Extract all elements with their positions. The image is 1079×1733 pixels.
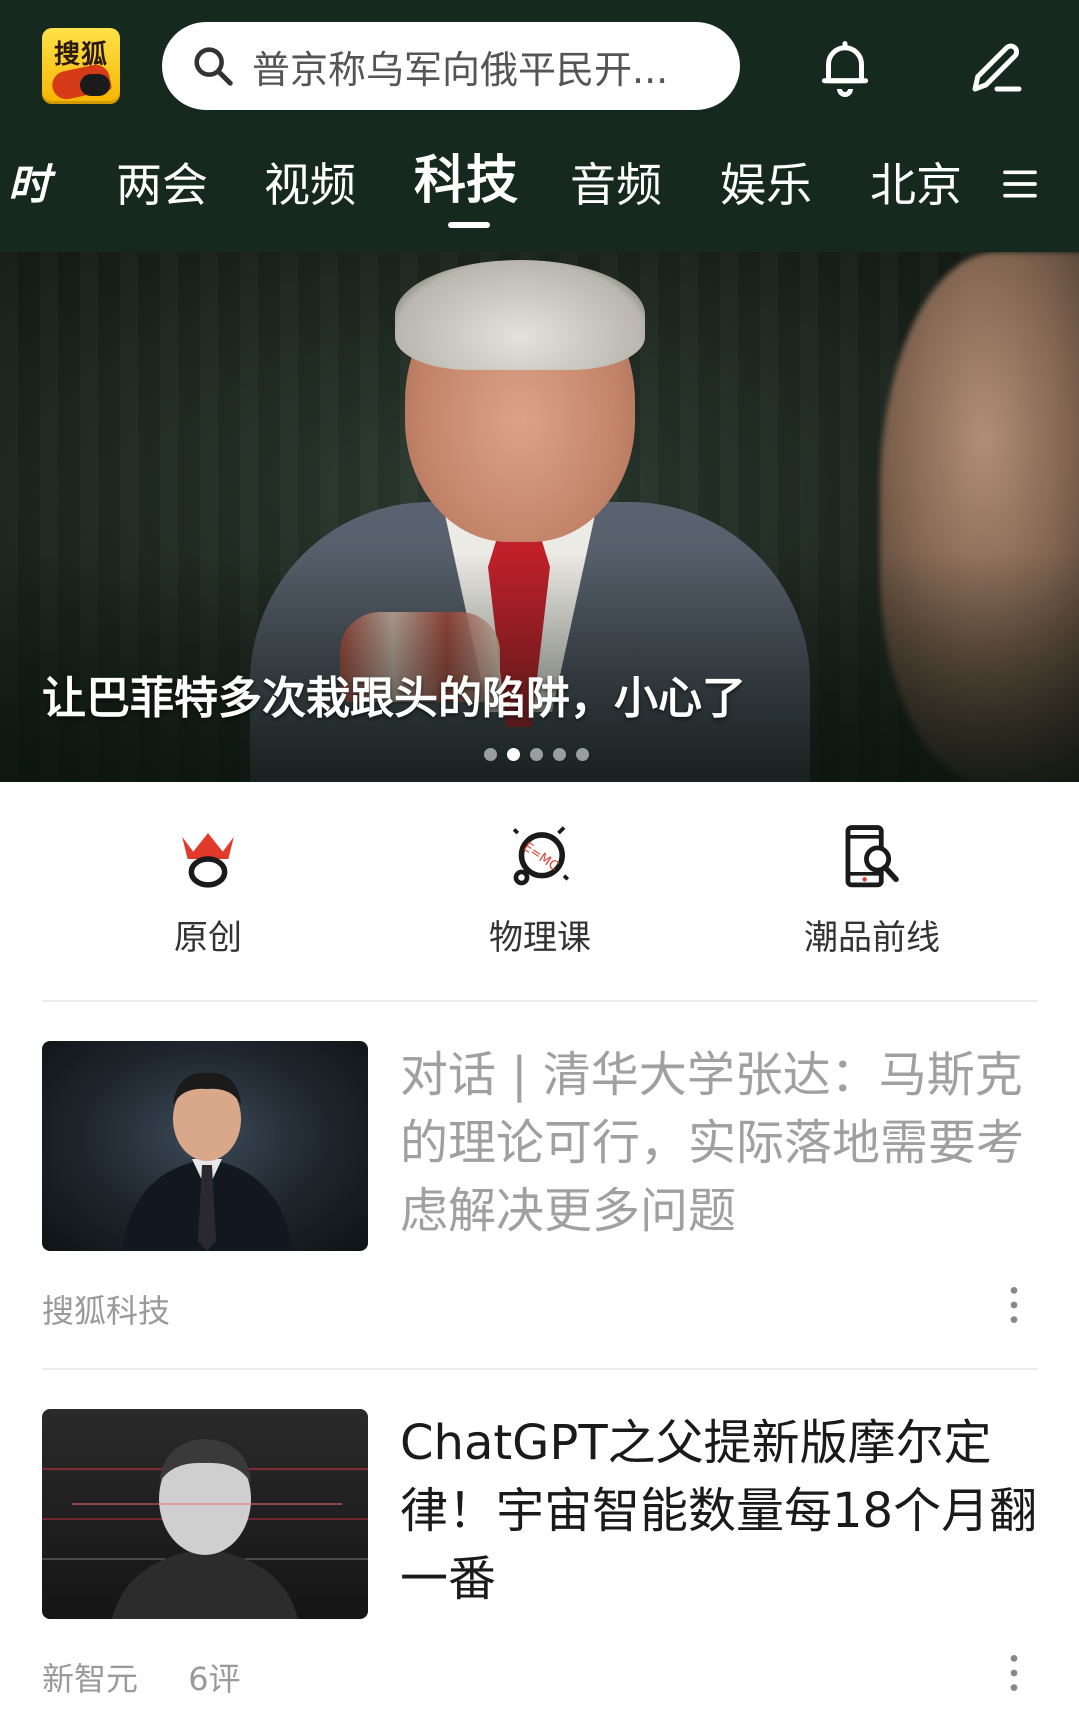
news-thumbnail [42,1409,368,1619]
carousel-dot[interactable] [553,748,566,761]
channel-tabs: 时 两会 视频 科技 音频 娱乐 北京 [0,150,1079,230]
more-options-icon[interactable] [1000,1651,1028,1695]
shortcut-label: 原创 [174,918,242,958]
carousel-dot[interactable] [484,748,497,761]
bell-icon[interactable] [812,34,878,100]
feature-shortcuts: 原创 E=MC 物理课 潮品前线 [0,782,1079,1002]
tab-beijing[interactable]: 北京 [870,150,962,220]
news-title: ChatGPT之父提新版摩尔定律！宇宙智能数量每18个月翻一番 [400,1415,1038,1607]
search-bar[interactable]: 普京称乌军向俄平民开... [162,22,740,110]
menu-icon[interactable] [1000,164,1040,204]
carousel-dot[interactable] [530,748,543,761]
shortcut-original[interactable]: 原创 [108,822,308,959]
portrait-image [122,1072,292,1251]
search-icon [194,47,233,86]
portrait-image [42,1439,368,1619]
edit-icon[interactable] [964,34,1030,100]
comment-count[interactable]: 6评 [188,1660,240,1698]
shortcut-physics[interactable]: E=MC 物理课 [440,822,640,959]
shortcut-label: 物理课 [489,918,591,958]
tab-partial[interactable]: 时 [8,150,50,220]
sohu-logo[interactable]: 搜狐 [42,28,120,104]
news-source: 新智元 [42,1660,139,1698]
active-tab-indicator [448,222,490,228]
hero-banner[interactable]: 让巴菲特多次栽跟头的陷阱，小心了 [0,252,1079,782]
hero-person-hair [395,260,645,370]
tab-lianghui[interactable]: 两会 [116,150,208,220]
divider [42,1000,1038,1002]
physics-icon: E=MC [512,826,570,886]
top-header: 搜狐 普京称乌军向俄平民开... 时 两会 视频 科技 音频 娱乐 北京 [0,0,1079,252]
shortcut-trend[interactable]: 潮品前线 [772,822,972,959]
carousel-dots [484,748,589,761]
tab-tech[interactable]: 科技 [414,146,518,216]
news-meta: 新智元 6评 [42,1654,241,1700]
news-thumbnail [42,1041,368,1251]
carousel-dot-active[interactable] [507,748,520,761]
divider [42,1368,1038,1370]
fox-shape-dark [80,74,110,96]
phone-search-icon [845,825,899,888]
tab-audio[interactable]: 音频 [570,150,662,220]
news-source: 搜狐科技 [42,1292,171,1330]
search-placeholder: 普京称乌军向俄平民开... [252,47,669,92]
logo-text: 搜狐 [53,40,108,70]
hero-title: 让巴菲特多次栽跟头的陷阱，小心了 [42,673,746,724]
shortcut-label: 潮品前线 [804,918,940,958]
tab-video[interactable]: 视频 [264,150,356,220]
tab-entertainment[interactable]: 娱乐 [720,150,812,220]
news-title: 对话 | 清华大学张达：马斯克的理论可行，实际落地需要考虑解决更多问题 [400,1047,1025,1239]
more-options-icon[interactable] [1000,1283,1028,1327]
crown-icon [182,833,234,888]
carousel-dot[interactable] [576,748,589,761]
